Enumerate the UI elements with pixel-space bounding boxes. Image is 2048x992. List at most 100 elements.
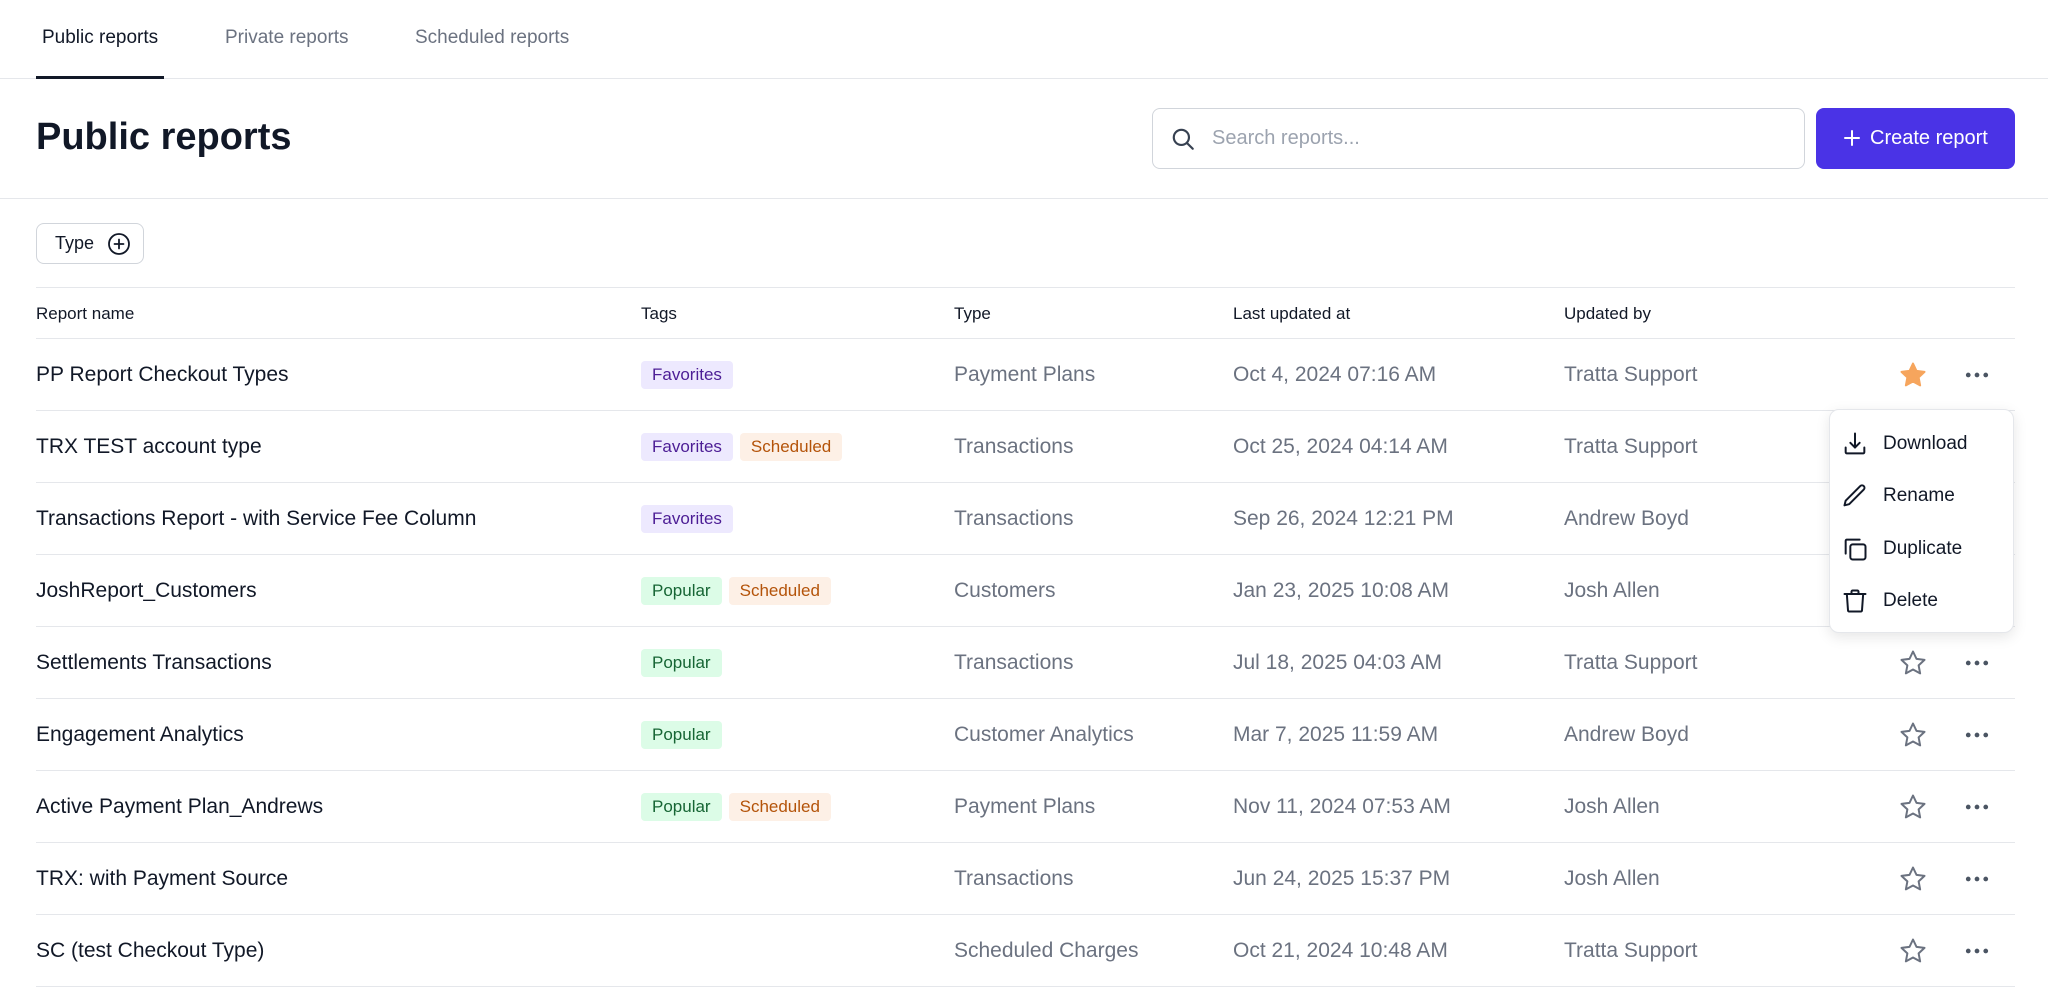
star-filled-icon[interactable] xyxy=(1898,360,1928,390)
search-icon xyxy=(1172,128,1194,150)
page-title: Public reports xyxy=(36,116,292,158)
report-type: Transactions xyxy=(954,651,1074,674)
create-report-label: Create report xyxy=(1870,127,1988,149)
table-row[interactable]: TRX: with Payment Source Transactions Jun … xyxy=(36,843,2015,915)
report-name[interactable]: Engagement Analytics xyxy=(36,699,244,770)
report-type: Payment Plans xyxy=(954,795,1096,818)
menu-item-download[interactable]: Download xyxy=(1830,418,2015,470)
reports-table: Report name Tags Type Last updated at Up… xyxy=(36,287,2015,987)
last-updated-at: Jun 24, 2025 15:37 PM xyxy=(1233,867,1451,890)
tab-public-reports[interactable]: Public reports xyxy=(36,0,165,79)
type-filter-label: Type xyxy=(55,233,95,253)
column-header-tags[interactable]: Tags xyxy=(641,288,677,339)
report-type: Transactions xyxy=(954,435,1074,458)
column-header-type[interactable]: Type xyxy=(954,288,991,339)
type-filter-button[interactable]: Type xyxy=(36,223,144,264)
table-row[interactable]: PP Report Checkout Types Favorites Payment… xyxy=(36,339,2015,411)
star-icon[interactable] xyxy=(1898,936,1928,966)
table-row[interactable]: SC (test Checkout Type) Scheduled Charges… xyxy=(36,915,2015,987)
last-updated-at: Jan 23, 2025 10:08 AM xyxy=(1233,579,1449,602)
report-type: Scheduled Charges xyxy=(954,939,1139,962)
column-header-last-updated[interactable]: Last updated at xyxy=(1233,288,1350,339)
menu-item-rename[interactable]: Rename xyxy=(1830,470,2015,522)
report-name[interactable]: JoshReport_Customers xyxy=(36,555,257,626)
more-options-icon[interactable] xyxy=(1962,360,1992,390)
more-options-icon[interactable] xyxy=(1962,720,1992,750)
menu-item-duplicate[interactable]: Duplicate xyxy=(1830,523,2015,575)
tab-scheduled-reports[interactable]: Scheduled reports xyxy=(415,0,569,79)
report-type: Customer Analytics xyxy=(954,723,1134,746)
more-options-icon[interactable] xyxy=(1962,864,1992,894)
tag-popular: Popular xyxy=(641,793,722,821)
more-options-icon[interactable] xyxy=(1962,648,1992,678)
create-report-button[interactable]: Create report xyxy=(1816,108,2015,169)
tag-favorites: Favorites xyxy=(641,433,733,461)
add-circle-icon xyxy=(108,233,130,255)
table-row[interactable]: JoshReport_Customers Popular Scheduled Cust… xyxy=(36,555,2015,627)
tag-list: Popular Scheduled xyxy=(641,577,831,605)
page-header: Public reports Create report xyxy=(0,79,2048,199)
tag-popular: Popular xyxy=(641,721,722,749)
menu-item-label: Delete xyxy=(1883,590,1938,611)
tab-private-reports[interactable]: Private reports xyxy=(225,0,349,79)
last-updated-at: Mar 7, 2025 11:59 AM xyxy=(1233,723,1439,746)
report-name[interactable]: Active Payment Plan_Andrews xyxy=(36,771,323,842)
menu-item-label: Rename xyxy=(1883,485,1955,506)
tag-list: Favorites xyxy=(641,361,733,389)
tag-list: Popular xyxy=(641,721,722,749)
more-options-icon[interactable] xyxy=(1962,792,1992,822)
star-icon[interactable] xyxy=(1898,792,1928,822)
tag-list: Popular Scheduled xyxy=(641,793,831,821)
trash-icon xyxy=(1843,589,1867,613)
last-updated-at: Nov 11, 2024 07:53 AM xyxy=(1233,795,1451,818)
tag-popular: Popular xyxy=(641,577,722,605)
updated-by: Andrew Boyd xyxy=(1564,507,1689,530)
table-row[interactable]: Transactions Report - with Service Fee C… xyxy=(36,483,2015,555)
table-row[interactable]: TRX TEST account type Favorites Scheduled T… xyxy=(36,411,2015,483)
search-input[interactable] xyxy=(1212,109,1782,168)
tag-list: Popular xyxy=(641,649,722,677)
table-row[interactable]: Settlements Transactions Popular Transacti… xyxy=(36,627,2015,699)
table-body: PP Report Checkout Types Favorites Payment… xyxy=(36,339,2015,987)
copy-icon xyxy=(1844,538,1867,561)
table-header: Report name Tags Type Last updated at Up… xyxy=(36,288,2015,339)
star-icon[interactable] xyxy=(1898,648,1928,678)
tag-list: Favorites xyxy=(641,505,733,533)
updated-by: Josh Allen xyxy=(1564,579,1660,602)
column-header-updated-by[interactable]: Updated by xyxy=(1564,288,1651,339)
table-row[interactable]: Engagement Analytics Popular Customer Anal… xyxy=(36,699,2015,771)
star-icon[interactable] xyxy=(1898,720,1928,750)
menu-item-label: Duplicate xyxy=(1883,538,1963,559)
last-updated-at: Oct 4, 2024 07:16 AM xyxy=(1233,363,1437,386)
search-box[interactable] xyxy=(1152,108,1805,169)
last-updated-at: Sep 26, 2024 12:21 PM xyxy=(1233,507,1454,530)
report-type: Transactions xyxy=(954,507,1074,530)
report-name[interactable]: Transactions Report - with Service Fee C… xyxy=(36,483,476,554)
plus-icon xyxy=(1844,130,1860,146)
more-options-icon[interactable] xyxy=(1962,936,1992,966)
table-row[interactable]: Active Payment Plan_Andrews Popular Schedu… xyxy=(36,771,2015,843)
menu-item-label: Download xyxy=(1883,433,1968,454)
report-name[interactable]: Settlements Transactions xyxy=(36,627,272,698)
report-name[interactable]: TRX TEST account type xyxy=(36,411,262,482)
report-name[interactable]: TRX: with Payment Source xyxy=(36,843,288,914)
tag-popular: Popular xyxy=(641,649,722,677)
updated-by: Tratta Support xyxy=(1564,363,1698,386)
star-icon[interactable] xyxy=(1898,864,1928,894)
download-icon xyxy=(1844,432,1866,455)
row-actions-menu: Download Rename Duplicate Delete xyxy=(1829,409,2014,633)
report-type: Transactions xyxy=(954,867,1074,890)
menu-item-delete[interactable]: Delete xyxy=(1830,575,2015,627)
tag-favorites: Favorites xyxy=(641,505,733,533)
pencil-icon xyxy=(1843,484,1866,507)
updated-by: Josh Allen xyxy=(1564,867,1660,890)
updated-by: Andrew Boyd xyxy=(1564,723,1689,746)
report-name[interactable]: PP Report Checkout Types xyxy=(36,339,289,410)
last-updated-at: Oct 21, 2024 10:48 AM xyxy=(1233,939,1448,962)
tag-scheduled: Scheduled xyxy=(728,793,831,821)
tag-list: Favorites Scheduled xyxy=(641,433,843,461)
report-tabs: Public reports Private reports Scheduled… xyxy=(0,0,2048,79)
column-header-report-name[interactable]: Report name xyxy=(36,288,134,339)
updated-by: Tratta Support xyxy=(1564,651,1698,674)
report-name[interactable]: SC (test Checkout Type) xyxy=(36,915,264,986)
